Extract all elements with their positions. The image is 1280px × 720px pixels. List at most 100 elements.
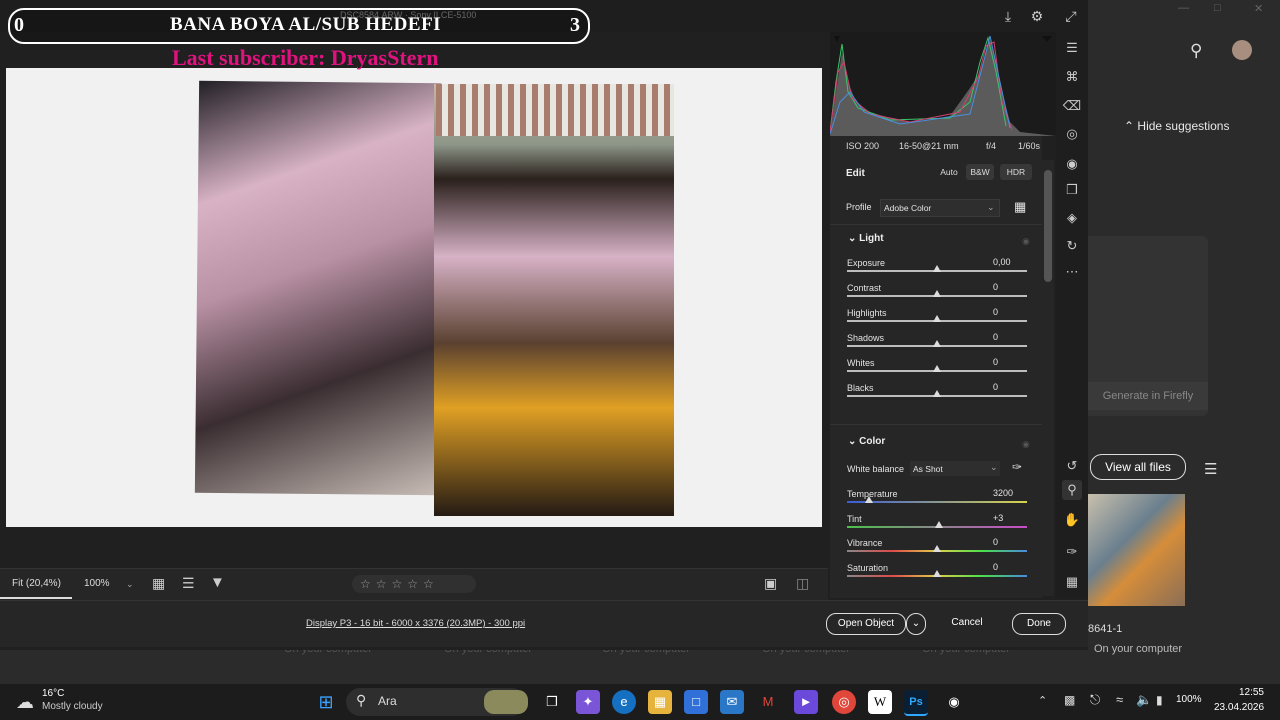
filmstrip-icon[interactable]: ▦: [152, 575, 165, 592]
more-icon[interactable]: ⋯: [1062, 262, 1082, 282]
battery-percent[interactable]: 100%: [1176, 694, 1202, 705]
fullscreen-icon[interactable]: ⤢: [1061, 6, 1081, 26]
store-icon[interactable]: □: [684, 690, 708, 714]
white-balance-select[interactable]: As Shot ⌄: [910, 461, 1000, 476]
slider-thumb[interactable]: [933, 390, 941, 397]
slider-value-input[interactable]: 0,00: [990, 256, 1024, 269]
slider-track[interactable]: [847, 501, 1027, 503]
task-view-icon[interactable]: ❒: [540, 690, 564, 714]
slider-value-input[interactable]: 3200: [990, 487, 1024, 500]
camera-app-icon[interactable]: ◉: [942, 690, 966, 714]
save-icon[interactable]: ⤓: [998, 6, 1018, 26]
single-view-icon[interactable]: ▣: [764, 575, 777, 592]
maximize-icon[interactable]: □: [1214, 2, 1221, 14]
gmail-icon[interactable]: M: [756, 690, 780, 714]
cancel-button[interactable]: Cancel: [944, 613, 990, 633]
generate-firefly-button[interactable]: Generate in Firefly: [1088, 382, 1208, 410]
chrome-icon[interactable]: ◎: [832, 690, 856, 714]
zoom-level-select[interactable]: 100%: [84, 569, 110, 599]
rating-stars[interactable]: ☆☆☆☆☆: [352, 575, 476, 593]
open-object-button[interactable]: Open Object: [826, 613, 906, 635]
slider-value-input[interactable]: 0: [990, 306, 1024, 319]
red-eye-icon[interactable]: ◉: [1062, 154, 1082, 174]
profile-browser-icon[interactable]: ▦: [1014, 199, 1026, 215]
hide-suggestions-button[interactable]: ⌃ Hide suggestions: [1124, 119, 1229, 133]
wikipedia-icon[interactable]: W: [868, 690, 892, 714]
search-icon[interactable]: ⚲: [1190, 41, 1202, 61]
microphone-icon[interactable]: ⎋: [1090, 692, 1100, 708]
gamepad-icon[interactable]: ▩: [1064, 693, 1075, 707]
slider-value-input[interactable]: 0: [990, 331, 1024, 344]
slider-value-input[interactable]: +3: [990, 512, 1024, 525]
weather-description[interactable]: Mostly cloudy: [42, 701, 103, 712]
open-options-chevron-icon[interactable]: ⌄: [906, 613, 926, 635]
history-icon[interactable]: ↻: [1062, 236, 1082, 256]
battery-icon[interactable]: ▮: [1156, 693, 1163, 707]
slider-thumb[interactable]: [933, 545, 941, 552]
slider-thumb[interactable]: [933, 315, 941, 322]
view-all-files-button[interactable]: View all files: [1090, 454, 1186, 480]
grid-icon[interactable]: ▦: [1062, 572, 1082, 592]
slider-value-input[interactable]: 0: [990, 281, 1024, 294]
mail-icon[interactable]: ✉: [720, 690, 744, 714]
sort-icon[interactable]: ☰: [182, 575, 195, 592]
visibility-icon[interactable]: ◉: [1022, 236, 1030, 247]
presets-icon[interactable]: ◈: [1062, 208, 1082, 228]
color-section-header[interactable]: ⌄ Color: [848, 436, 885, 447]
photoshop-icon[interactable]: Ps: [904, 690, 928, 716]
copilot-icon[interactable]: ✦: [576, 690, 600, 714]
workflow-options-link[interactable]: Display P3 - 16 bit - 6000 x 3376 (20.3M…: [306, 618, 525, 629]
minimize-icon[interactable]: —: [1178, 2, 1189, 14]
slider-thumb[interactable]: [933, 265, 941, 272]
slider-value-input[interactable]: 0: [990, 381, 1024, 394]
edge-icon[interactable]: e: [612, 690, 636, 714]
light-section-header[interactable]: ⌄ Light: [848, 233, 884, 244]
slider-thumb[interactable]: [933, 290, 941, 297]
vpn-icon[interactable]: ►: [794, 690, 818, 714]
profile-select[interactable]: Adobe Color ⌄: [880, 199, 1000, 217]
clock-date[interactable]: 23.04.2026: [1214, 702, 1264, 713]
slider-value-input[interactable]: 0: [990, 536, 1024, 549]
slider-value-input[interactable]: 0: [990, 356, 1024, 369]
scrollbar-thumb[interactable]: [1044, 170, 1052, 282]
color-sampler-icon[interactable]: ✑: [1062, 542, 1082, 562]
image-canvas[interactable]: [6, 68, 822, 527]
filter-icon[interactable]: ▼: [210, 574, 225, 591]
cloud-sun-icon[interactable]: ☁: [16, 692, 34, 713]
bw-button[interactable]: B&W: [966, 164, 994, 180]
visibility-icon[interactable]: ◉: [1022, 439, 1030, 450]
file-thumbnail[interactable]: [1088, 494, 1185, 606]
file-explorer-icon[interactable]: ▦: [648, 690, 672, 714]
fit-zoom-button[interactable]: Fit (20,4%): [0, 569, 72, 599]
before-after-icon[interactable]: ◫: [796, 575, 809, 592]
rotate-icon[interactable]: ↺: [1062, 456, 1082, 476]
close-icon[interactable]: ✕: [1254, 2, 1263, 15]
avatar[interactable]: [1232, 40, 1252, 60]
wifi-icon[interactable]: ≈: [1116, 692, 1123, 707]
tray-chevron-icon[interactable]: ⌃: [1038, 694, 1047, 707]
slider-thumb[interactable]: [933, 570, 941, 577]
windows-start-icon[interactable]: ⊞: [314, 690, 338, 714]
eyedropper-icon[interactable]: ✑: [1012, 460, 1022, 474]
chevron-down-icon[interactable]: ⌄: [126, 569, 134, 599]
snapshot-icon[interactable]: ❒: [1062, 180, 1082, 200]
hand-icon[interactable]: ✋: [1062, 510, 1082, 530]
clock-time[interactable]: 12:55: [1214, 687, 1264, 698]
hdr-button[interactable]: HDR: [1000, 164, 1032, 180]
gear-icon[interactable]: ⚙: [1027, 6, 1047, 26]
edit-sliders-icon[interactable]: ☰: [1062, 38, 1082, 58]
zoom-icon[interactable]: ⚲: [1062, 480, 1082, 500]
slider-thumb[interactable]: [933, 340, 941, 347]
slider-thumb[interactable]: [933, 365, 941, 372]
done-button[interactable]: Done: [1012, 613, 1066, 635]
masking-icon[interactable]: ◎: [1062, 124, 1082, 144]
slider-thumb[interactable]: [934, 521, 943, 528]
auto-button[interactable]: Auto: [934, 164, 964, 180]
slider-value-input[interactable]: 0: [990, 561, 1024, 574]
weather-temperature[interactable]: 16°C: [42, 688, 64, 699]
crop-icon[interactable]: ⌘: [1062, 67, 1082, 87]
eraser-icon[interactable]: ⌫: [1062, 96, 1082, 116]
slider-thumb[interactable]: [864, 496, 873, 503]
speaker-icon[interactable]: 🔈: [1136, 692, 1152, 708]
list-view-icon[interactable]: ☰: [1204, 460, 1217, 478]
